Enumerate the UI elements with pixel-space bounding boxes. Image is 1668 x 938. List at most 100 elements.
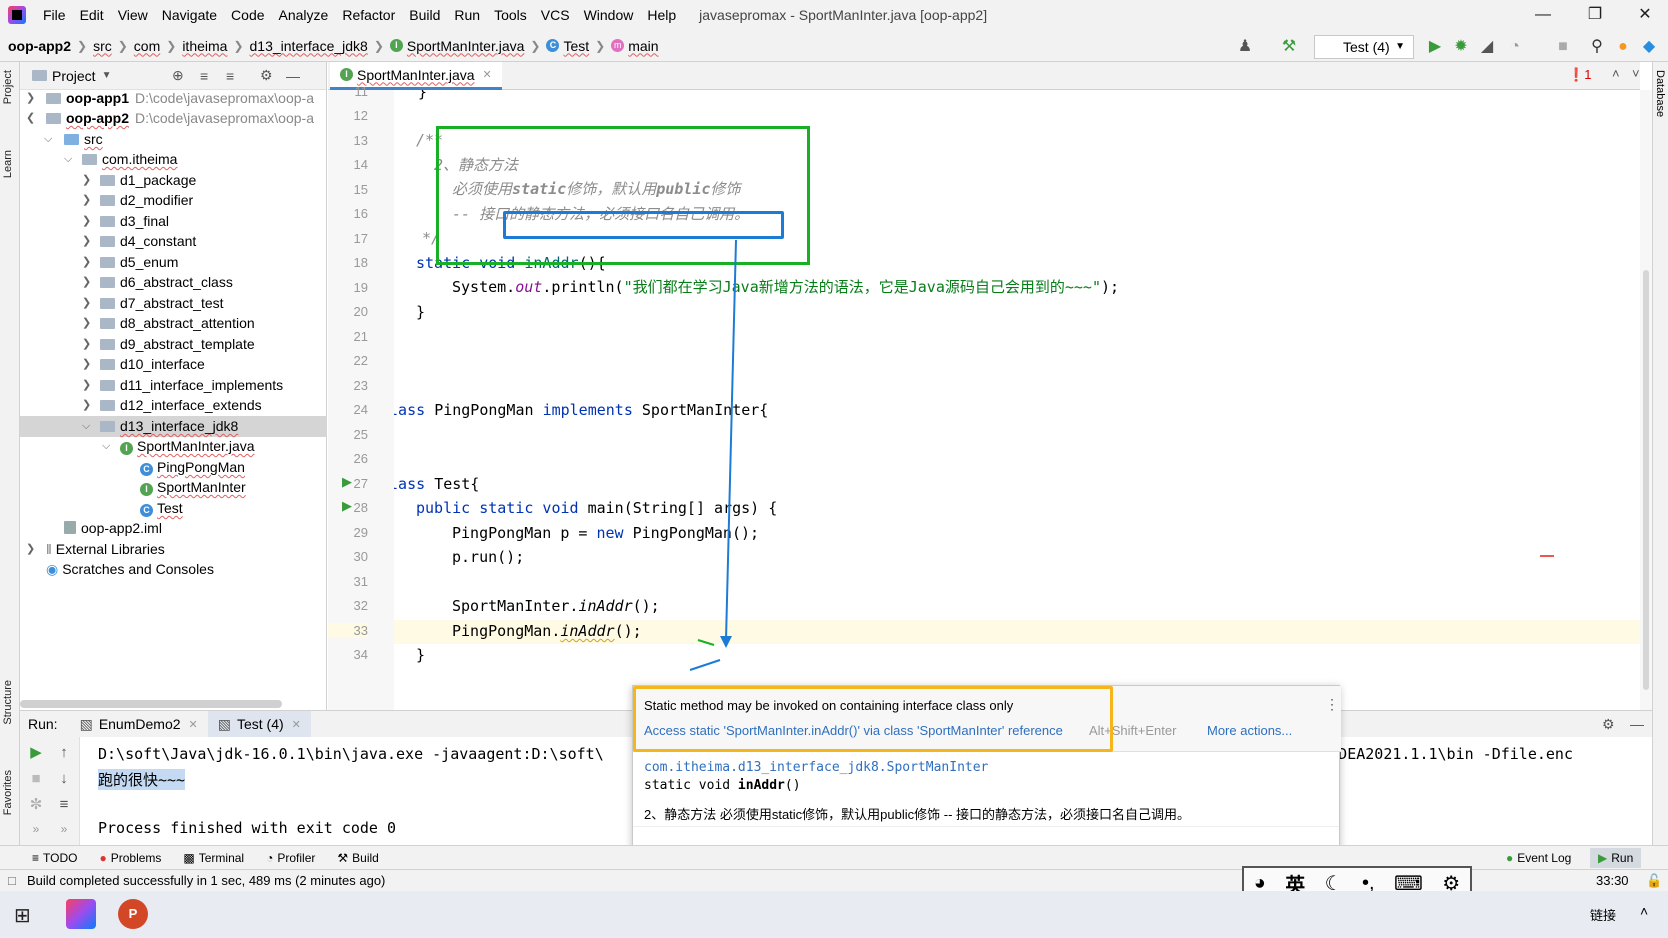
build-hammer-icon[interactable]: ⚒ — [1280, 38, 1298, 56]
chevron-right-icon[interactable]: ❯ — [82, 211, 94, 232]
chevron-right-icon[interactable]: ❯ — [82, 293, 94, 314]
hide-panel-icon[interactable]: — — [286, 68, 300, 84]
taskbar-link-label[interactable]: 链接 — [1590, 905, 1616, 924]
popup-qualified-name[interactable]: com.itheima.d13_interface_jdk8.SportManI… — [644, 760, 988, 775]
locate-icon[interactable]: ⊕ — [172, 67, 184, 84]
menu-run[interactable]: Run — [447, 0, 487, 30]
tree-item-package[interactable]: ❯ d5_enum — [20, 252, 327, 273]
tree-item-package[interactable]: ❯ d1_package — [20, 170, 327, 191]
chevron-up-icon[interactable]: ˄ — [1640, 903, 1648, 919]
run-tab-test[interactable]: ▧ Test (4) ✕ — [207, 711, 311, 737]
lock-icon[interactable]: 🔓 — [1646, 870, 1662, 892]
expand-all-icon[interactable]: ≡ — [200, 68, 208, 84]
prev-highlight-icon[interactable]: ˄ — [1612, 66, 1620, 81]
close-tab-icon[interactable]: ✕ — [483, 68, 492, 81]
project-tool-tab[interactable]: Project — [2, 70, 14, 104]
tool-tab-terminal[interactable]: ▩ Terminal — [183, 851, 244, 865]
close-icon[interactable]: ✕ — [1622, 0, 1668, 30]
powerpoint-taskbar-icon[interactable]: P — [118, 899, 148, 929]
horizontal-scrollbar[interactable] — [20, 700, 282, 708]
scroll-thumb[interactable] — [1643, 270, 1649, 690]
chevron-right-icon[interactable]: ❯ — [82, 395, 94, 416]
restore-layout-icon[interactable]: ✼ — [26, 795, 46, 815]
close-tab-icon[interactable]: ✕ — [189, 718, 198, 731]
menu-build[interactable]: Build — [402, 0, 447, 30]
tool-tab-todo[interactable]: ≡ TODO — [32, 851, 77, 865]
structure-tool-tab[interactable]: Structure — [2, 680, 14, 725]
breadcrumb-package[interactable]: d13_interface_jdk8 ❯ — [250, 38, 390, 54]
restore-icon[interactable]: ❐ — [1572, 0, 1618, 30]
breadcrumb-class[interactable]: C Test ❯ — [546, 38, 611, 54]
status-message[interactable]: Build completed successfully in 1 sec, 4… — [27, 870, 385, 892]
more-icon[interactable]: » — [26, 819, 46, 839]
favorites-tool-tab[interactable]: Favorites — [2, 770, 14, 815]
chevron-right-icon[interactable]: ❯ — [82, 313, 94, 334]
chevron-right-icon[interactable]: ❯ — [82, 334, 94, 355]
chevron-right-icon[interactable]: ❯ — [82, 190, 94, 211]
user-icon[interactable]: ♟ — [1236, 38, 1254, 56]
windows-start-icon[interactable]: ⊞ — [14, 903, 31, 928]
chevron-right-icon[interactable]: ❯ — [82, 272, 94, 293]
tree-item-scratches[interactable]: ◉ Scratches and Consoles — [20, 559, 327, 580]
database-tool-tab[interactable]: Database — [1654, 70, 1666, 117]
chevron-down-icon[interactable]: ❮ — [26, 108, 38, 129]
run-gutter-icon[interactable]: ▶ — [342, 498, 352, 514]
tree-item-package[interactable]: ❯ d6_abstract_class — [20, 272, 327, 293]
more-actions-link[interactable]: More actions... — [1207, 723, 1292, 738]
tool-tab-problems[interactable]: ● Problems — [99, 851, 161, 865]
run-gutter-icon[interactable]: ▶ — [342, 474, 352, 490]
tool-tab-event-log[interactable]: ● Event Log — [1506, 851, 1571, 865]
chevron-down-icon[interactable]: ⌵ — [44, 129, 56, 150]
next-highlight-icon[interactable]: ˅ — [1632, 66, 1640, 81]
tree-item-package[interactable]: ❯ d4_constant — [20, 231, 327, 252]
run-config-select[interactable]: Test (4) ▼ — [1314, 35, 1414, 59]
hide-panel-icon[interactable]: — — [1630, 716, 1644, 732]
tree-item-class[interactable]: C Test — [20, 498, 327, 519]
chevron-down-icon[interactable]: ▼ — [102, 70, 112, 81]
tool-tab-run[interactable]: ▶ Run — [1590, 847, 1642, 868]
debug-icon[interactable]: ✹ — [1452, 38, 1470, 56]
chevron-right-icon[interactable]: ❯ — [82, 231, 94, 252]
chevron-down-icon[interactable]: ⌵ — [64, 149, 76, 170]
chevron-down-icon[interactable]: ⌵ — [102, 436, 114, 457]
close-tab-icon[interactable]: ✕ — [292, 718, 301, 731]
minimize-icon[interactable]: — — [1520, 0, 1566, 30]
chevron-right-icon[interactable]: ❯ — [82, 170, 94, 191]
tree-item-package[interactable]: ❯ d8_abstract_attention — [20, 313, 327, 334]
tree-item-package[interactable]: ❯ d7_abstract_test — [20, 293, 327, 314]
breadcrumb-com[interactable]: com ❯ — [134, 38, 183, 54]
tree-item-iml[interactable]: oop-app2.iml — [20, 518, 327, 539]
kebab-menu-icon[interactable]: ⋮ — [1325, 696, 1339, 713]
menu-navigate[interactable]: Navigate — [155, 0, 224, 30]
menu-code[interactable]: Code — [224, 0, 271, 30]
menu-window[interactable]: Window — [577, 0, 641, 30]
menu-refactor[interactable]: Refactor — [335, 0, 402, 30]
error-indicator[interactable]: ❗1 — [1568, 67, 1591, 83]
menu-vcs[interactable]: VCS — [534, 0, 577, 30]
tree-item-package[interactable]: ❯ d9_abstract_template — [20, 334, 327, 355]
tree-item-external-libraries[interactable]: ❯ ‖ External Libraries — [20, 539, 327, 560]
soft-wrap-icon[interactable]: ≡ — [54, 795, 74, 815]
tree-item-package[interactable]: ❯ d12_interface_extends — [20, 395, 327, 416]
menu-tools[interactable]: Tools — [487, 0, 534, 30]
tree-item-package[interactable]: ❯ d11_interface_implements — [20, 375, 327, 396]
menu-view[interactable]: View — [111, 0, 155, 30]
tree-item-oop-app2[interactable]: ❮ oop-app2 D:\code\javasepromax\oop-a — [20, 108, 327, 129]
error-stripe-mark[interactable] — [1540, 555, 1554, 557]
chevron-right-icon[interactable]: ❯ — [82, 375, 94, 396]
project-panel-title[interactable]: Project — [52, 68, 96, 84]
gear-icon[interactable]: ⚙ — [260, 67, 273, 84]
breadcrumb-method[interactable]: m main — [611, 38, 659, 54]
run-tab-enumdemo2[interactable]: ▧ EnumDemo2 ✕ — [70, 711, 208, 737]
editor-vertical-scrollbar[interactable] — [1640, 90, 1652, 710]
update-icon[interactable]: ● — [1614, 38, 1632, 56]
gear-icon[interactable]: ⚙ — [1602, 716, 1615, 733]
jetbrains-icon[interactable]: ◆ — [1640, 38, 1658, 56]
tree-item-class[interactable]: C PingPongMan — [20, 457, 327, 478]
down-arrow-icon[interactable]: ↓ — [54, 769, 74, 789]
breadcrumb-project[interactable]: oop-app2 ❯ — [8, 38, 93, 54]
tool-tab-build[interactable]: ⚒ Build — [337, 851, 378, 865]
menu-edit[interactable]: Edit — [73, 0, 111, 30]
profile-icon[interactable]: ◔ — [1506, 38, 1524, 56]
caret-position[interactable]: 33:30 — [1596, 870, 1629, 892]
